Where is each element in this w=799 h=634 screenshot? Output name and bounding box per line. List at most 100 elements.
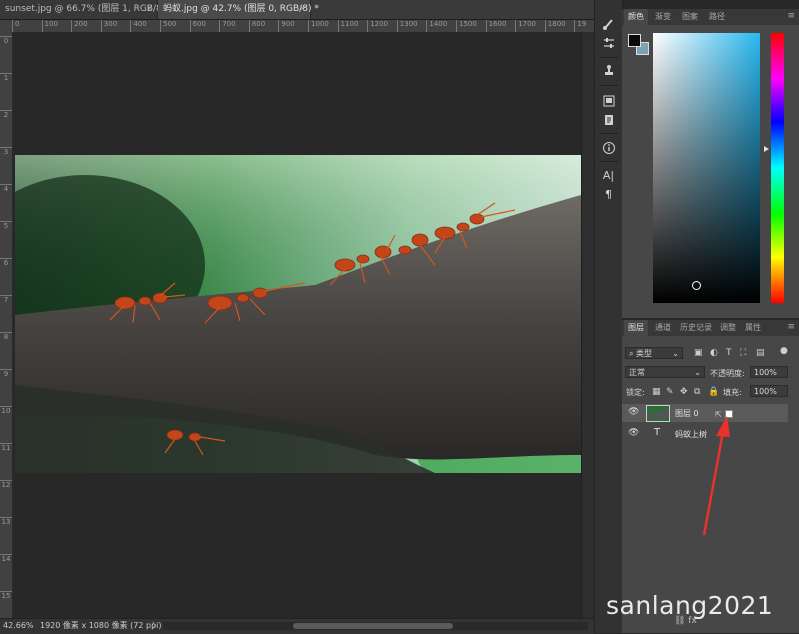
ruler-tick-label: 8 (0, 332, 12, 341)
ruler-tick-label: 6 (0, 258, 12, 267)
annotation-arrow (702, 416, 730, 536)
color-panel: 颜色 渐变 图案 路径 ≡ (622, 9, 799, 318)
ruler-tick-label: 1300 (396, 20, 418, 32)
ruler-tick-label: 10 (0, 406, 12, 415)
ruler-tick-label: 1000 (308, 20, 329, 32)
blend-mode-select[interactable]: 正常 ⌄ (625, 366, 705, 378)
filter-adjustment-icon[interactable]: ◐ (710, 347, 718, 359)
foreground-color-swatch[interactable] (628, 34, 641, 47)
ruler-tick-label: 900 (278, 20, 295, 32)
close-icon[interactable]: × (298, 0, 306, 19)
tab-history[interactable]: 历史记录 (676, 320, 716, 336)
search-icon: ⌕ (629, 349, 637, 358)
ruler-tick-label: 1400 (426, 20, 447, 32)
lock-transparent-icon[interactable]: ▦ (652, 386, 661, 398)
panel-menu-icon[interactable]: ≡ (787, 9, 795, 23)
tab-properties[interactable]: 属性 (741, 320, 765, 336)
ruler-tick-label: 600 (189, 20, 206, 32)
zoom-level[interactable]: 42.66% (3, 619, 34, 633)
panel-dock-toolbar: A| ¶ (594, 0, 623, 633)
lock-paint-icon[interactable]: ✎ (666, 386, 674, 398)
fill-input[interactable]: 100% (750, 385, 788, 397)
color-picker-handle[interactable] (692, 281, 701, 290)
scroll-thumb[interactable] (293, 623, 453, 629)
layer-thumbnail (646, 405, 670, 422)
tab-color[interactable]: 颜色 (624, 9, 648, 25)
lock-position-icon[interactable]: ✥ (680, 386, 688, 398)
notes-icon[interactable] (598, 111, 619, 129)
tab-paths[interactable]: 路径 (705, 9, 729, 25)
ant-image (15, 155, 581, 473)
watermark-text: sanlang2021 (606, 591, 774, 620)
ruler-tick-label: 1600 (485, 20, 506, 32)
document-info: 1920 像素 x 1080 像素 (72 ppi) (40, 621, 162, 630)
ruler-tick-label: 13 (0, 517, 12, 526)
paragraph-icon[interactable]: ¶ (598, 186, 619, 204)
opacity-label: 不透明度: (710, 369, 745, 378)
ruler-tick-label: 200 (71, 20, 88, 32)
color-swatches (628, 34, 649, 55)
vertical-scrollbar[interactable] (581, 33, 595, 618)
vertical-ruler[interactable]: 0 1 2 3 4 5 6 7 8 9 10 11 12 13 14 15 (0, 32, 13, 618)
lock-all-icon[interactable]: 🔒 (708, 386, 719, 398)
layers-panel-tabs: 图层 通道 历史记录 调整 属性 ≡ (622, 320, 799, 336)
stamp-icon[interactable] (598, 62, 619, 80)
fill-label: 填充: (723, 388, 742, 397)
ruler-tick-label: 700 (219, 20, 236, 32)
ruler-tick-label: 1800 (544, 20, 566, 32)
ruler-tick-label: 5 (0, 221, 12, 230)
saturation-brightness-field[interactable] (653, 33, 760, 303)
eye-icon[interactable]: 👁 (628, 407, 639, 417)
hue-marker[interactable] (764, 146, 769, 152)
ruler-tick-label: 500 (160, 20, 176, 32)
ruler-tick-label: 1 (0, 73, 12, 82)
filter-smart-object-icon[interactable]: ▤ (756, 347, 765, 359)
filter-pixel-icon[interactable]: ▣ (694, 347, 703, 359)
ruler-tick-label: 3 (0, 147, 12, 156)
sliders-icon[interactable] (598, 34, 619, 52)
ant-photo[interactable] (15, 155, 581, 473)
panel-menu-icon[interactable]: ≡ (787, 320, 795, 334)
ruler-tick-label: 1700 (515, 20, 536, 32)
ruler-tick-label: 0 (0, 36, 12, 45)
document-tab-bar: sunset.jpg @ 66.7% (图层 1, RGB/8) * × 蚂蚁.… (0, 0, 594, 20)
character-icon[interactable]: A| (598, 167, 619, 185)
ruler-tick-label: 0 (12, 20, 19, 32)
close-icon[interactable]: × (145, 0, 153, 19)
text-layer-icon: T (654, 427, 661, 438)
color-panel-tabs: 颜色 渐变 图案 路径 ≡ (622, 9, 799, 25)
ruler-tick-label: 1500 (456, 20, 477, 32)
tab-ants[interactable]: 蚂蚁.jpg @ 42.7% (图层 0, RGB/8) * × (158, 0, 319, 19)
ruler-tick-label: 4 (0, 184, 12, 193)
tab-gradient[interactable]: 渐变 (651, 9, 675, 25)
brush-adjust-icon[interactable] (598, 15, 619, 33)
ruler-tick-label: 1100 (337, 20, 358, 32)
tab-pattern[interactable]: 图案 (678, 9, 702, 25)
filter-toggle-icon[interactable]: ● (780, 345, 788, 357)
layer-filter-select[interactable]: ⌕ 类型 ⌄ (625, 347, 683, 359)
horizontal-scrollbar[interactable] (163, 622, 588, 630)
tab-sunset[interactable]: sunset.jpg @ 66.7% (图层 1, RGB/8) * × (0, 0, 173, 19)
hue-slider[interactable] (771, 33, 784, 303)
ruler-tick-label: 12 (0, 480, 12, 489)
filter-type-icon[interactable]: T (726, 347, 732, 359)
navigator-icon[interactable] (598, 92, 619, 110)
chevron-down-icon: ⌄ (672, 349, 679, 358)
lock-artboard-icon[interactable]: ⧉ (694, 386, 700, 398)
ruler-tick-label: 7 (0, 295, 12, 304)
tab-adjustments[interactable]: 调整 (716, 320, 740, 336)
info-icon[interactable] (598, 139, 619, 157)
ruler-tick-label: 1200 (367, 20, 388, 32)
chevron-right-icon[interactable]: 〉 (152, 619, 160, 633)
ruler-tick-label: 100 (41, 20, 58, 32)
filter-shape-icon[interactable]: ⛶ (740, 347, 746, 359)
chevron-down-icon: ⌄ (694, 368, 701, 377)
ruler-tick-label: 14 (0, 554, 12, 563)
tab-channels[interactable]: 通道 (651, 320, 675, 336)
opacity-input[interactable]: 100% (750, 366, 788, 378)
horizontal-ruler[interactable]: 0 100 200 300 400 500 600 700 800 900 1000 1100 1200… (0, 20, 594, 33)
lock-label: 锁定: (626, 388, 645, 397)
tab-layers[interactable]: 图层 (624, 320, 648, 336)
eye-icon[interactable]: 👁 (628, 428, 639, 438)
ruler-tick-label: 400 (130, 20, 147, 32)
